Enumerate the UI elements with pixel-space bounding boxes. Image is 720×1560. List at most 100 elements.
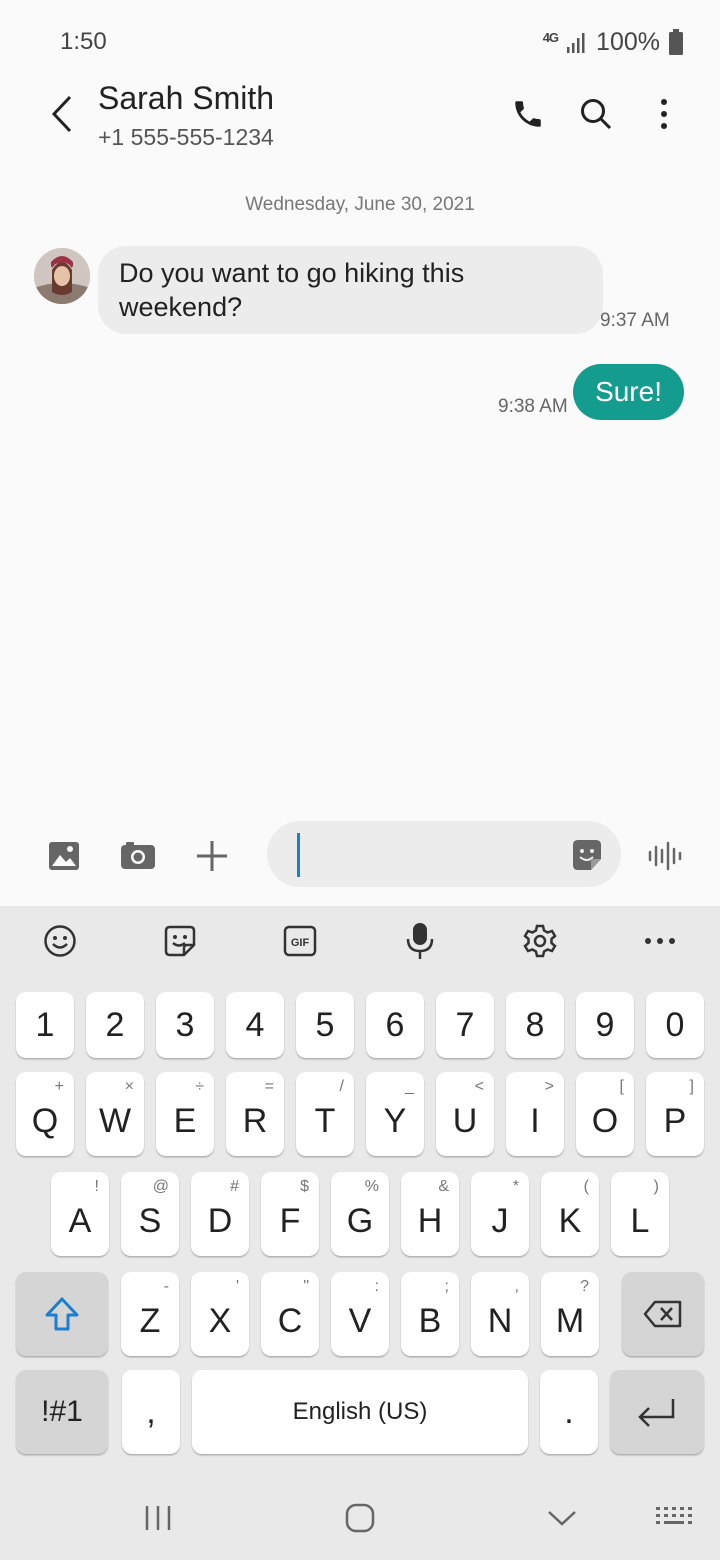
key-i[interactable]: > I [506,1072,564,1156]
key-v[interactable]: :V [331,1272,389,1356]
attach-button[interactable] [188,832,236,880]
emoji-button[interactable] [0,906,120,976]
key-k-hint: ( [583,1178,589,1195]
battery-icon [669,29,683,55]
key-4[interactable]: 4 [226,992,284,1058]
symbols-key[interactable]: !#1 [16,1370,108,1454]
key-x-label: X [208,1301,232,1340]
key-9[interactable]: 9 [576,992,634,1058]
incoming-message-bubble[interactable]: Do you want to go hiking this weekend? [98,246,603,334]
key-f[interactable]: $ F [261,1172,319,1256]
gallery-button[interactable] [40,832,88,880]
key-i-hint: > [544,1078,554,1095]
gif-button[interactable]: GIF [240,906,360,976]
key-3[interactable]: 3 [156,992,214,1058]
key-1[interactable]: 1 [16,992,74,1058]
key-3-label: 3 [175,1005,195,1044]
backspace-key[interactable] [622,1272,704,1356]
key-2-label: 2 [105,1005,125,1044]
incoming-message-time: 9:37 AM [600,310,670,331]
key-t[interactable]: / T [296,1072,354,1156]
enter-key[interactable] [610,1370,704,1454]
keyboard-more-button[interactable] [600,906,720,976]
key-d[interactable]: # D [191,1172,249,1256]
key-8[interactable]: 8 [506,992,564,1058]
back-arrow-icon [51,95,72,133]
key-x[interactable]: ' X [191,1272,249,1356]
key-b-label: B [418,1301,442,1340]
key-6-label: 6 [385,1005,405,1044]
plus-icon [197,841,227,871]
key-5[interactable]: 5 [296,992,354,1058]
voice-typing-button[interactable] [360,906,480,976]
camera-button[interactable] [114,832,162,880]
key-j-label: J [491,1201,509,1240]
comma-key[interactable]: , [122,1370,180,1454]
key-8-label: 8 [525,1005,545,1044]
more-options-button[interactable] [640,90,688,138]
key-6[interactable]: 6 [366,992,424,1058]
key-s[interactable]: @ S [121,1172,179,1256]
key-n[interactable]: ,N [471,1272,529,1356]
key-u-hint: < [474,1078,484,1095]
key-b[interactable]: ; B [401,1272,459,1356]
back-button[interactable] [40,92,84,136]
outgoing-message-bubble[interactable]: Sure! [573,364,684,420]
key-h-hint: & [438,1178,449,1195]
contact-name[interactable]: Sarah Smith [98,80,274,117]
key-c[interactable]: " C [261,1272,319,1356]
key-7[interactable]: 7 [436,992,494,1058]
call-button[interactable] [504,90,552,138]
key-h[interactable]: & H [401,1172,459,1256]
space-key[interactable]: English (US) [192,1370,528,1454]
key-2[interactable]: 2 [86,992,144,1058]
key-i-label: I [530,1101,540,1140]
key-e-hint: ÷ [195,1078,204,1095]
more-horiz-icon [645,938,675,944]
key-e-label: E [173,1101,197,1140]
key-l-label: L [630,1201,650,1240]
key-w[interactable]: × W [86,1072,144,1156]
network-type: 4G [542,29,559,45]
voice-wave-icon [648,841,682,871]
key-z[interactable]: -Z [121,1272,179,1356]
recents-button[interactable] [128,1498,188,1538]
key-u-label: U [452,1101,478,1140]
key-o[interactable]: [O [576,1072,634,1156]
voice-input-button[interactable] [640,830,692,882]
settings-icon [523,924,557,958]
key-u[interactable]: < U [436,1072,494,1156]
key-e[interactable]: ÷ E [156,1072,214,1156]
key-k[interactable]: (K [541,1172,599,1256]
key-t-label: T [314,1101,336,1140]
avatar[interactable] [34,248,90,304]
sticker-button[interactable] [120,906,240,976]
period-key[interactable]: . [540,1370,598,1454]
key-z-hint: - [163,1278,169,1295]
key-r[interactable]: = R [226,1072,284,1156]
status-time: 1:50 [60,28,107,55]
symbols-key-label: !#1 [41,1395,83,1428]
key-l[interactable]: ) L [611,1172,669,1256]
sticker-icon [164,925,196,957]
keyboard-switch-button[interactable] [644,1498,704,1538]
key-p[interactable]: ] P [646,1072,704,1156]
key-a[interactable]: ! A [51,1172,109,1256]
search-button[interactable] [572,90,620,138]
keyboard-settings-button[interactable] [480,906,600,976]
home-button[interactable] [330,1498,390,1538]
key-y[interactable]: _ Y [366,1072,424,1156]
shift-key[interactable] [16,1272,108,1356]
sticker-icon[interactable] [569,837,605,873]
key-q[interactable]: + Q [16,1072,74,1156]
key-g[interactable]: % G [331,1172,389,1256]
key-0[interactable]: 0 [646,992,704,1058]
key-j[interactable]: * J [471,1172,529,1256]
message-input[interactable] [297,833,568,877]
more-vert-icon [661,99,667,129]
key-q-label: Q [31,1101,59,1140]
key-r-hint: = [264,1078,274,1095]
key-m[interactable]: ? M [541,1272,599,1356]
nav-back-button[interactable] [532,1498,592,1538]
search-icon [581,99,612,130]
